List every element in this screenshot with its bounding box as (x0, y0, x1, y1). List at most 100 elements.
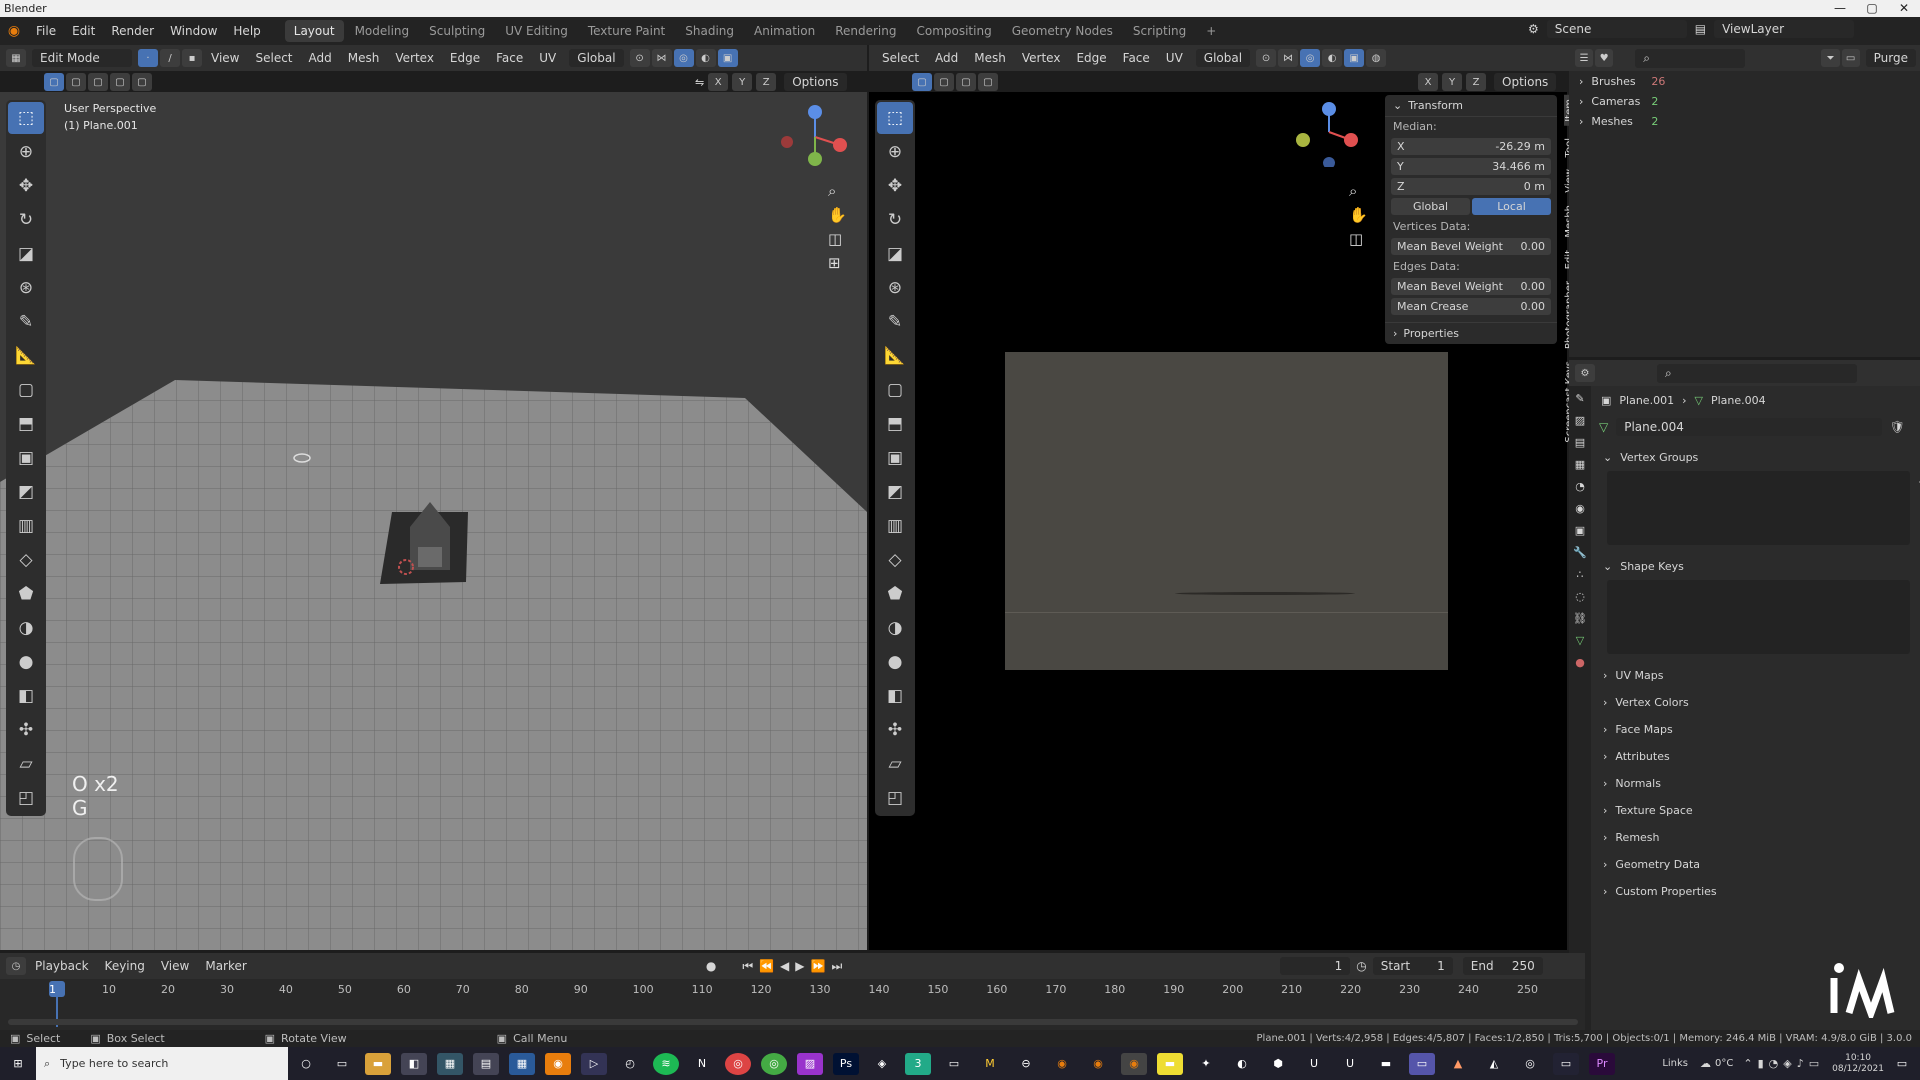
menu-view[interactable]: View (204, 51, 246, 65)
menu-playback[interactable]: Playback (28, 959, 96, 973)
blender-logo-icon[interactable]: ◉ (0, 23, 28, 39)
annotate-tool-icon[interactable]: ✎ (877, 306, 913, 338)
bevel-icon[interactable]: ◩ (8, 476, 44, 508)
menu-select[interactable]: Select (875, 51, 926, 65)
menu-keying[interactable]: Keying (98, 959, 152, 973)
world-icon[interactable]: ◉ (1575, 502, 1585, 515)
tab-scripting[interactable]: Scripting (1124, 20, 1195, 42)
smooth-icon[interactable]: ● (877, 646, 913, 678)
move-tool-icon[interactable]: ✥ (877, 170, 913, 202)
measure-tool-icon[interactable]: 📐 (8, 340, 44, 372)
playback-controls[interactable]: ⏮⏪◀▶⏩⏭ (742, 959, 848, 974)
tab-uv-editing[interactable]: UV Editing (496, 20, 577, 42)
poly-build-icon[interactable]: ⬟ (8, 578, 44, 610)
shear-icon[interactable]: ▱ (8, 748, 44, 780)
app-icon[interactable]: ⊖ (1013, 1053, 1039, 1075)
cursor-tool-icon[interactable]: ⊕ (8, 136, 44, 168)
move-tool-icon[interactable]: ✥ (8, 170, 44, 202)
edge-select-icon[interactable]: / (160, 49, 180, 67)
menu-add[interactable]: Add (302, 51, 339, 65)
pan-hand-icon[interactable]: ✋ (1349, 206, 1368, 224)
menu-face[interactable]: Face (1116, 51, 1157, 65)
maximize-icon[interactable]: ▢ (1856, 0, 1888, 17)
sticky-notes-icon[interactable]: ▬ (1157, 1052, 1183, 1075)
menu-window[interactable]: Window (162, 17, 225, 45)
app-icon[interactable]: ▲ (1445, 1053, 1471, 1075)
menu-face[interactable]: Face (489, 51, 530, 65)
knife-icon[interactable]: ◇ (877, 544, 913, 576)
fake-user-icon[interactable]: 🛡 (1890, 420, 1905, 434)
face-select-icon[interactable]: ▪ (182, 49, 202, 67)
modifier-icon[interactable]: 🔧 (1573, 546, 1587, 559)
select-box-icon[interactable]: ⬚ (877, 102, 913, 134)
mesh-data-icon[interactable]: ▽ (1576, 634, 1584, 647)
blender-taskbar-icon[interactable]: ◉ (1121, 1052, 1147, 1075)
premiere-icon[interactable]: Pr (1589, 1052, 1615, 1075)
select-subtract-icon[interactable]: ▢ (88, 73, 108, 91)
shape-keys-list[interactable] (1607, 580, 1910, 654)
rotate-tool-icon[interactable]: ↻ (8, 204, 44, 236)
vertex-groups-list[interactable]: + (1607, 471, 1920, 545)
local-toggle[interactable]: Local (1472, 198, 1551, 215)
orientation-selector[interactable]: Global (1195, 49, 1251, 67)
global-toggle[interactable]: Global (1391, 198, 1470, 215)
calculator-icon[interactable]: ▦ (509, 1052, 535, 1075)
menu-vertex[interactable]: Vertex (388, 51, 441, 65)
constraint-icon[interactable]: ⛓ (1573, 612, 1587, 625)
shear-icon[interactable]: ▱ (877, 748, 913, 780)
scene-icon[interactable]: ◔ (1575, 480, 1585, 493)
outliner-search-input[interactable]: ⌕ (1635, 48, 1746, 68)
blender-taskbar-icon[interactable]: ◉ (1049, 1053, 1075, 1075)
pivot-icon[interactable]: ⊙ (629, 49, 650, 67)
navigation-gizmo[interactable] (775, 102, 855, 172)
tool-icon[interactable]: ✎ (1575, 392, 1584, 405)
app-icon[interactable]: 3 (905, 1052, 931, 1075)
photoshop-icon[interactable]: Ps (833, 1052, 859, 1075)
file-explorer-icon[interactable]: ▬ (365, 1052, 391, 1075)
tab-shading[interactable]: Shading (676, 20, 743, 42)
mode-selector[interactable]: Edit Mode (32, 49, 132, 67)
taskbar-search[interactable]: ⌕ Type here to search (36, 1047, 288, 1080)
rotate-tool-icon[interactable]: ↻ (877, 204, 913, 236)
chrome-icon[interactable]: ◎ (725, 1052, 751, 1075)
filter-icon[interactable]: ⏷ (1821, 49, 1840, 67)
cursor-tool-icon[interactable]: ⊕ (877, 136, 913, 168)
snap-icon[interactable]: ⋈ (1278, 49, 1299, 67)
app-icon[interactable]: ◭ (1481, 1053, 1507, 1075)
extrude-icon[interactable]: ⬒ (8, 408, 44, 440)
axis-y-toggle[interactable]: Y (732, 73, 753, 91)
scale-tool-icon[interactable]: ◪ (8, 238, 44, 270)
menu-help[interactable]: Help (225, 17, 268, 45)
overlay-icon[interactable]: ◐ (695, 49, 716, 67)
material-icon[interactable]: ● (1575, 656, 1585, 669)
task-view-icon[interactable]: ▭ (329, 1053, 355, 1075)
select-invert-icon[interactable]: ▢ (978, 73, 998, 91)
snap-icon[interactable]: ⋈ (651, 49, 672, 67)
add-workspace-button[interactable]: + (1197, 20, 1225, 42)
shading-icon[interactable]: ◍ (1366, 49, 1387, 67)
object-icon[interactable]: ▣ (1575, 524, 1585, 537)
unreal-icon[interactable]: U (1337, 1053, 1363, 1075)
shrink-fatten-icon[interactable]: ✣ (877, 714, 913, 746)
outliner-item-meshes[interactable]: › Meshes 2 (1569, 111, 1920, 131)
extrude-icon[interactable]: ⬒ (877, 408, 913, 440)
menu-edge[interactable]: Edge (443, 51, 487, 65)
tab-compositing[interactable]: Compositing (907, 20, 1000, 42)
outliner-item-brushes[interactable]: › Brushes 26 (1569, 71, 1920, 91)
zoom-icon[interactable]: ⌕ (828, 182, 847, 200)
new-collection-icon[interactable]: ▭ (1841, 49, 1860, 67)
app-icon[interactable]: ▬ (1373, 1053, 1399, 1075)
add-cube-icon[interactable]: ▢ (877, 374, 913, 406)
axis-x-toggle[interactable]: X (708, 73, 729, 91)
close-icon[interactable]: ✕ (1888, 0, 1920, 17)
pivot-icon[interactable]: ⊙ (1256, 49, 1277, 67)
median-z-field[interactable]: Z 0 m (1391, 178, 1551, 195)
store-icon[interactable]: ▦ (437, 1052, 463, 1075)
tab-rendering[interactable]: Rendering (826, 20, 905, 42)
properties-header[interactable]: Properties (1403, 327, 1459, 340)
xray-icon[interactable]: ▣ (717, 49, 738, 67)
add-cube-icon[interactable]: ▢ (8, 374, 44, 406)
menu-uv[interactable]: UV (1159, 51, 1190, 65)
scale-tool-icon[interactable]: ◪ (877, 238, 913, 270)
system-tray-icons[interactable]: ⌃▮◔◈♪▭ (1743, 1057, 1824, 1070)
